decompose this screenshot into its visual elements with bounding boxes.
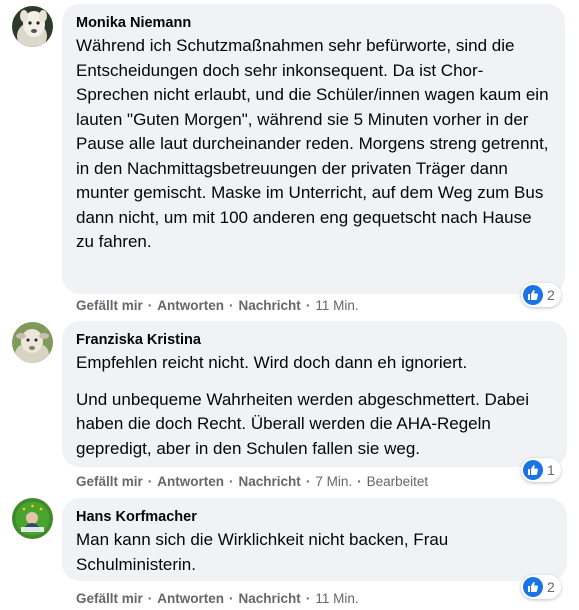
edited-label[interactable]: Bearbeitet	[367, 474, 429, 489]
comment-text: Und unbequeme Wahrheiten werden abgeschm…	[76, 389, 529, 458]
timestamp[interactable]: 11 Min.	[315, 591, 358, 606]
avatar-monika[interactable]	[12, 6, 53, 47]
comment-author[interactable]: Hans Korfmacher	[76, 508, 553, 526]
timestamp[interactable]: 7 Min.	[315, 474, 352, 489]
like-button[interactable]: Gefällt mir	[76, 474, 143, 489]
reaction-count: 1	[547, 462, 555, 478]
avatar-hans[interactable]	[12, 498, 53, 539]
like-button[interactable]: Gefällt mir	[76, 591, 143, 606]
reply-button[interactable]: Antworten	[157, 591, 224, 606]
thumbs-up-icon	[523, 285, 543, 305]
message-button[interactable]: Nachricht	[239, 474, 301, 489]
reply-button[interactable]: Antworten	[157, 298, 224, 313]
like-button[interactable]: Gefällt mir	[76, 298, 143, 313]
comment-text: Während ich Schutzmaßnahmen sehr befürwo…	[76, 36, 549, 251]
avatar-franziska[interactable]	[12, 322, 53, 363]
comment-text: Empfehlen reicht nicht. Wird doch dann e…	[76, 353, 468, 372]
reaction-badge[interactable]: 2	[521, 283, 561, 307]
comment-actions: Gefällt mir · Antworten · Nachricht · 11 Min.	[76, 591, 359, 606]
comment-bubble: Monika Niemann Während ich Schutzmaßnahm…	[62, 4, 565, 294]
comment-actions: Gefällt mir · Antworten · Nachricht · 7 Min. · B…	[76, 474, 429, 489]
comment-author[interactable]: Franziska Kristina	[76, 331, 553, 349]
comment-author[interactable]: Monika Niemann	[76, 14, 551, 32]
message-button[interactable]: Nachricht	[239, 298, 301, 313]
comment-text: Man kann sich die Wirklichkeit nicht bac…	[76, 530, 449, 574]
thumbs-up-icon	[523, 577, 543, 597]
reaction-badge[interactable]: 1	[521, 458, 561, 482]
reaction-count: 2	[547, 287, 555, 303]
message-button[interactable]: Nachricht	[239, 591, 301, 606]
reply-button[interactable]: Antworten	[157, 474, 224, 489]
reaction-badge[interactable]: 2	[521, 575, 561, 599]
reaction-count: 2	[547, 579, 555, 595]
comment-actions: Gefällt mir · Antworten · Nachricht · 11 Min.	[76, 298, 359, 313]
comment-bubble: Hans Korfmacher Man kann sich die Wirkli…	[62, 498, 567, 581]
comment-bubble: Franziska Kristina Empfehlen reicht nich…	[62, 321, 567, 467]
thumbs-up-icon	[523, 460, 543, 480]
timestamp[interactable]: 11 Min.	[315, 298, 358, 313]
